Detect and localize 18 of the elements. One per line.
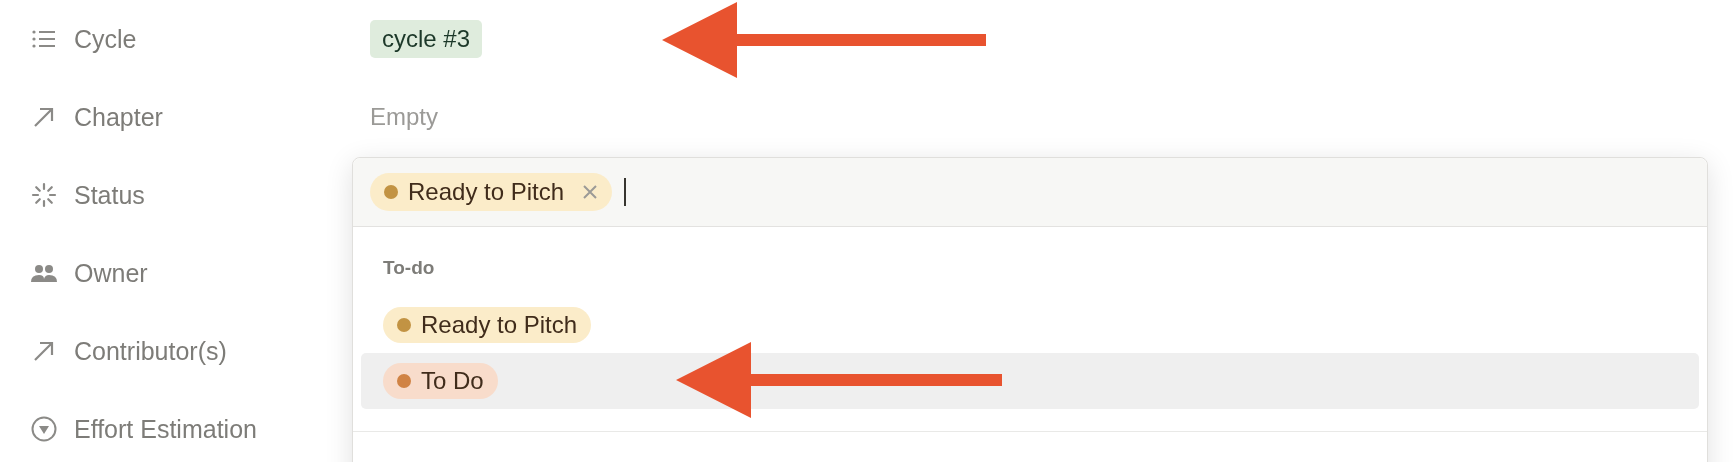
status-chip[interactable]: Ready to Pitch	[383, 307, 592, 343]
dropdown-icon	[30, 415, 58, 443]
option-row[interactable]: To Do	[361, 353, 1699, 409]
tag[interactable]: cycle #3	[370, 20, 483, 58]
option-row[interactable]: Ready to Pitch	[361, 297, 1699, 353]
status-chip[interactable]: To Do	[383, 363, 498, 399]
property-label: Owner	[74, 258, 148, 288]
property-label: Chapter	[74, 102, 163, 132]
search-field[interactable]: Ready to Pitch	[353, 158, 1707, 227]
property-label: Effort Estimation	[74, 414, 257, 444]
property-label: Cycle	[74, 24, 137, 54]
property-label: Contributor(s)	[74, 336, 227, 366]
close-icon[interactable]	[582, 184, 599, 200]
status-chip[interactable]: Ready to Pitch	[370, 173, 613, 211]
text-cursor	[624, 178, 627, 206]
loading-icon	[30, 181, 58, 209]
property-label: Status	[74, 180, 145, 210]
group-label: To-do	[382, 256, 436, 280]
